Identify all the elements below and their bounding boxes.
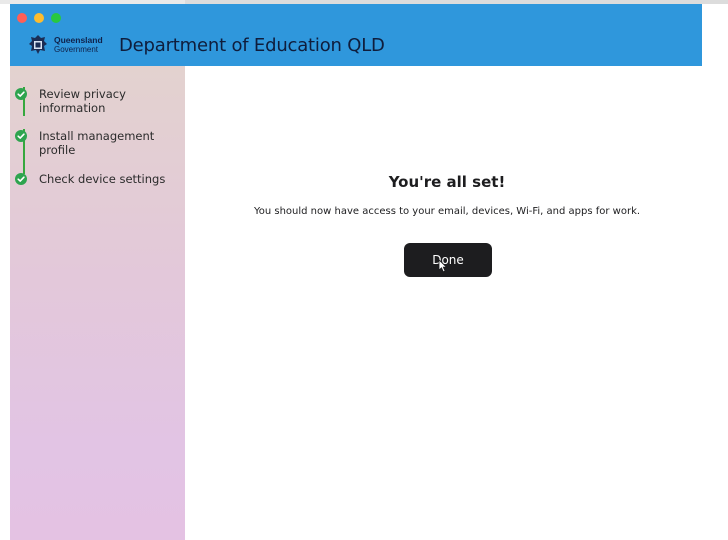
- minimize-window-button[interactable]: [34, 13, 44, 23]
- window-margin: [702, 4, 728, 540]
- step-label: Install management profile: [39, 129, 155, 157]
- progress-sidebar: Review privacy information Install manag…: [10, 66, 185, 540]
- done-button[interactable]: Done: [404, 243, 492, 277]
- zoom-window-button[interactable]: [51, 13, 61, 23]
- logo-line-1: Queensland: [54, 35, 103, 46]
- app-title: Department of Education QLD: [119, 35, 385, 56]
- step-label: Check device settings: [39, 172, 166, 186]
- completion-heading: You're all set!: [388, 173, 506, 191]
- queensland-government-logo: Queensland Government: [26, 31, 116, 59]
- logo-line-2: Government: [54, 44, 99, 54]
- coat-of-arms-icon: [29, 35, 47, 54]
- app-header: Queensland Government Department of Educ…: [10, 4, 702, 66]
- step-label: Review privacy information: [39, 87, 126, 115]
- main-content: You're all set! You should now have acce…: [185, 66, 702, 540]
- completion-message: You should now have access to your email…: [253, 206, 641, 217]
- check-circle-icon: [15, 88, 27, 100]
- close-window-button[interactable]: [17, 13, 27, 23]
- check-circle-icon: [15, 173, 27, 185]
- check-circle-icon: [15, 130, 27, 142]
